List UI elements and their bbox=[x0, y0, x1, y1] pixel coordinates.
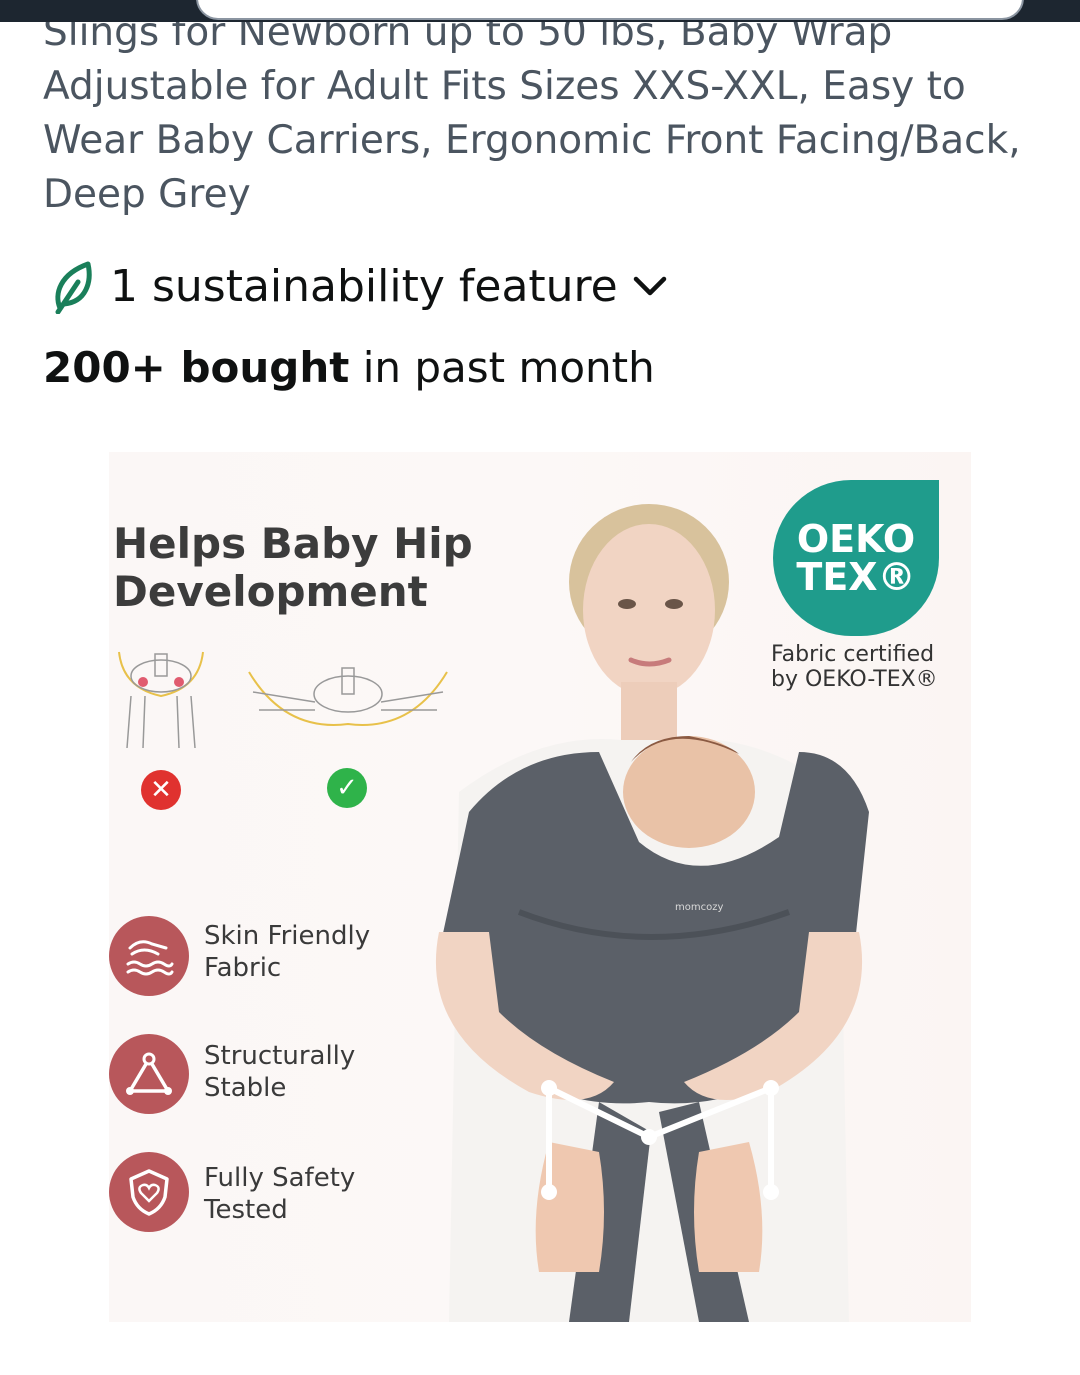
leaf-icon bbox=[52, 258, 96, 314]
feature-label: Fully Safety Tested bbox=[204, 1163, 356, 1225]
sustainability-label: 1 sustainability feature bbox=[110, 260, 618, 312]
x-circle-icon: ✕ bbox=[141, 770, 181, 810]
oeko-line-2: TEX® bbox=[796, 555, 916, 599]
check-circle-icon: ✓ bbox=[327, 768, 367, 808]
purchase-period: in past month bbox=[349, 343, 655, 392]
purchase-stat: 200+ bought in past month bbox=[43, 343, 655, 392]
chevron-down-icon bbox=[632, 274, 668, 298]
product-title[interactable]: Slings for Newborn up to 50 lbs, Baby Wr… bbox=[43, 22, 1033, 222]
hand-wave-icon bbox=[109, 916, 189, 996]
sustainability-feature-toggle[interactable]: 1 sustainability feature bbox=[52, 256, 668, 316]
certification-caption: Fabric certified by OEKO-TEX® bbox=[771, 642, 938, 692]
wrap-brand: momcozy bbox=[675, 902, 723, 913]
purchase-count: 200+ bought bbox=[43, 343, 350, 392]
search-bar-edge[interactable] bbox=[196, 0, 1024, 20]
feature-structurally-stable: Structurally Stable bbox=[109, 1034, 355, 1114]
shield-heart-icon bbox=[109, 1152, 189, 1232]
feature-skin-friendly: Skin Friendly Fabric bbox=[109, 916, 370, 996]
title-container: Slings for Newborn up to 50 lbs, Baby Wr… bbox=[0, 22, 1080, 222]
product-image[interactable]: Helps Baby Hip Development ✕ ✓ Skin Frie… bbox=[109, 452, 971, 1322]
oeko-tex-logo: OEKO TEX® bbox=[773, 480, 939, 636]
hip-diagram-wrong bbox=[118, 651, 204, 749]
top-app-bar bbox=[0, 0, 1080, 22]
feature-label: Structurally Stable bbox=[204, 1041, 356, 1103]
triangle-icon bbox=[109, 1034, 189, 1114]
oeko-line-1: OEKO bbox=[796, 517, 916, 561]
feature-safety-tested: Fully Safety Tested bbox=[109, 1152, 355, 1232]
feature-label: Skin Friendly Fabric bbox=[204, 921, 371, 983]
